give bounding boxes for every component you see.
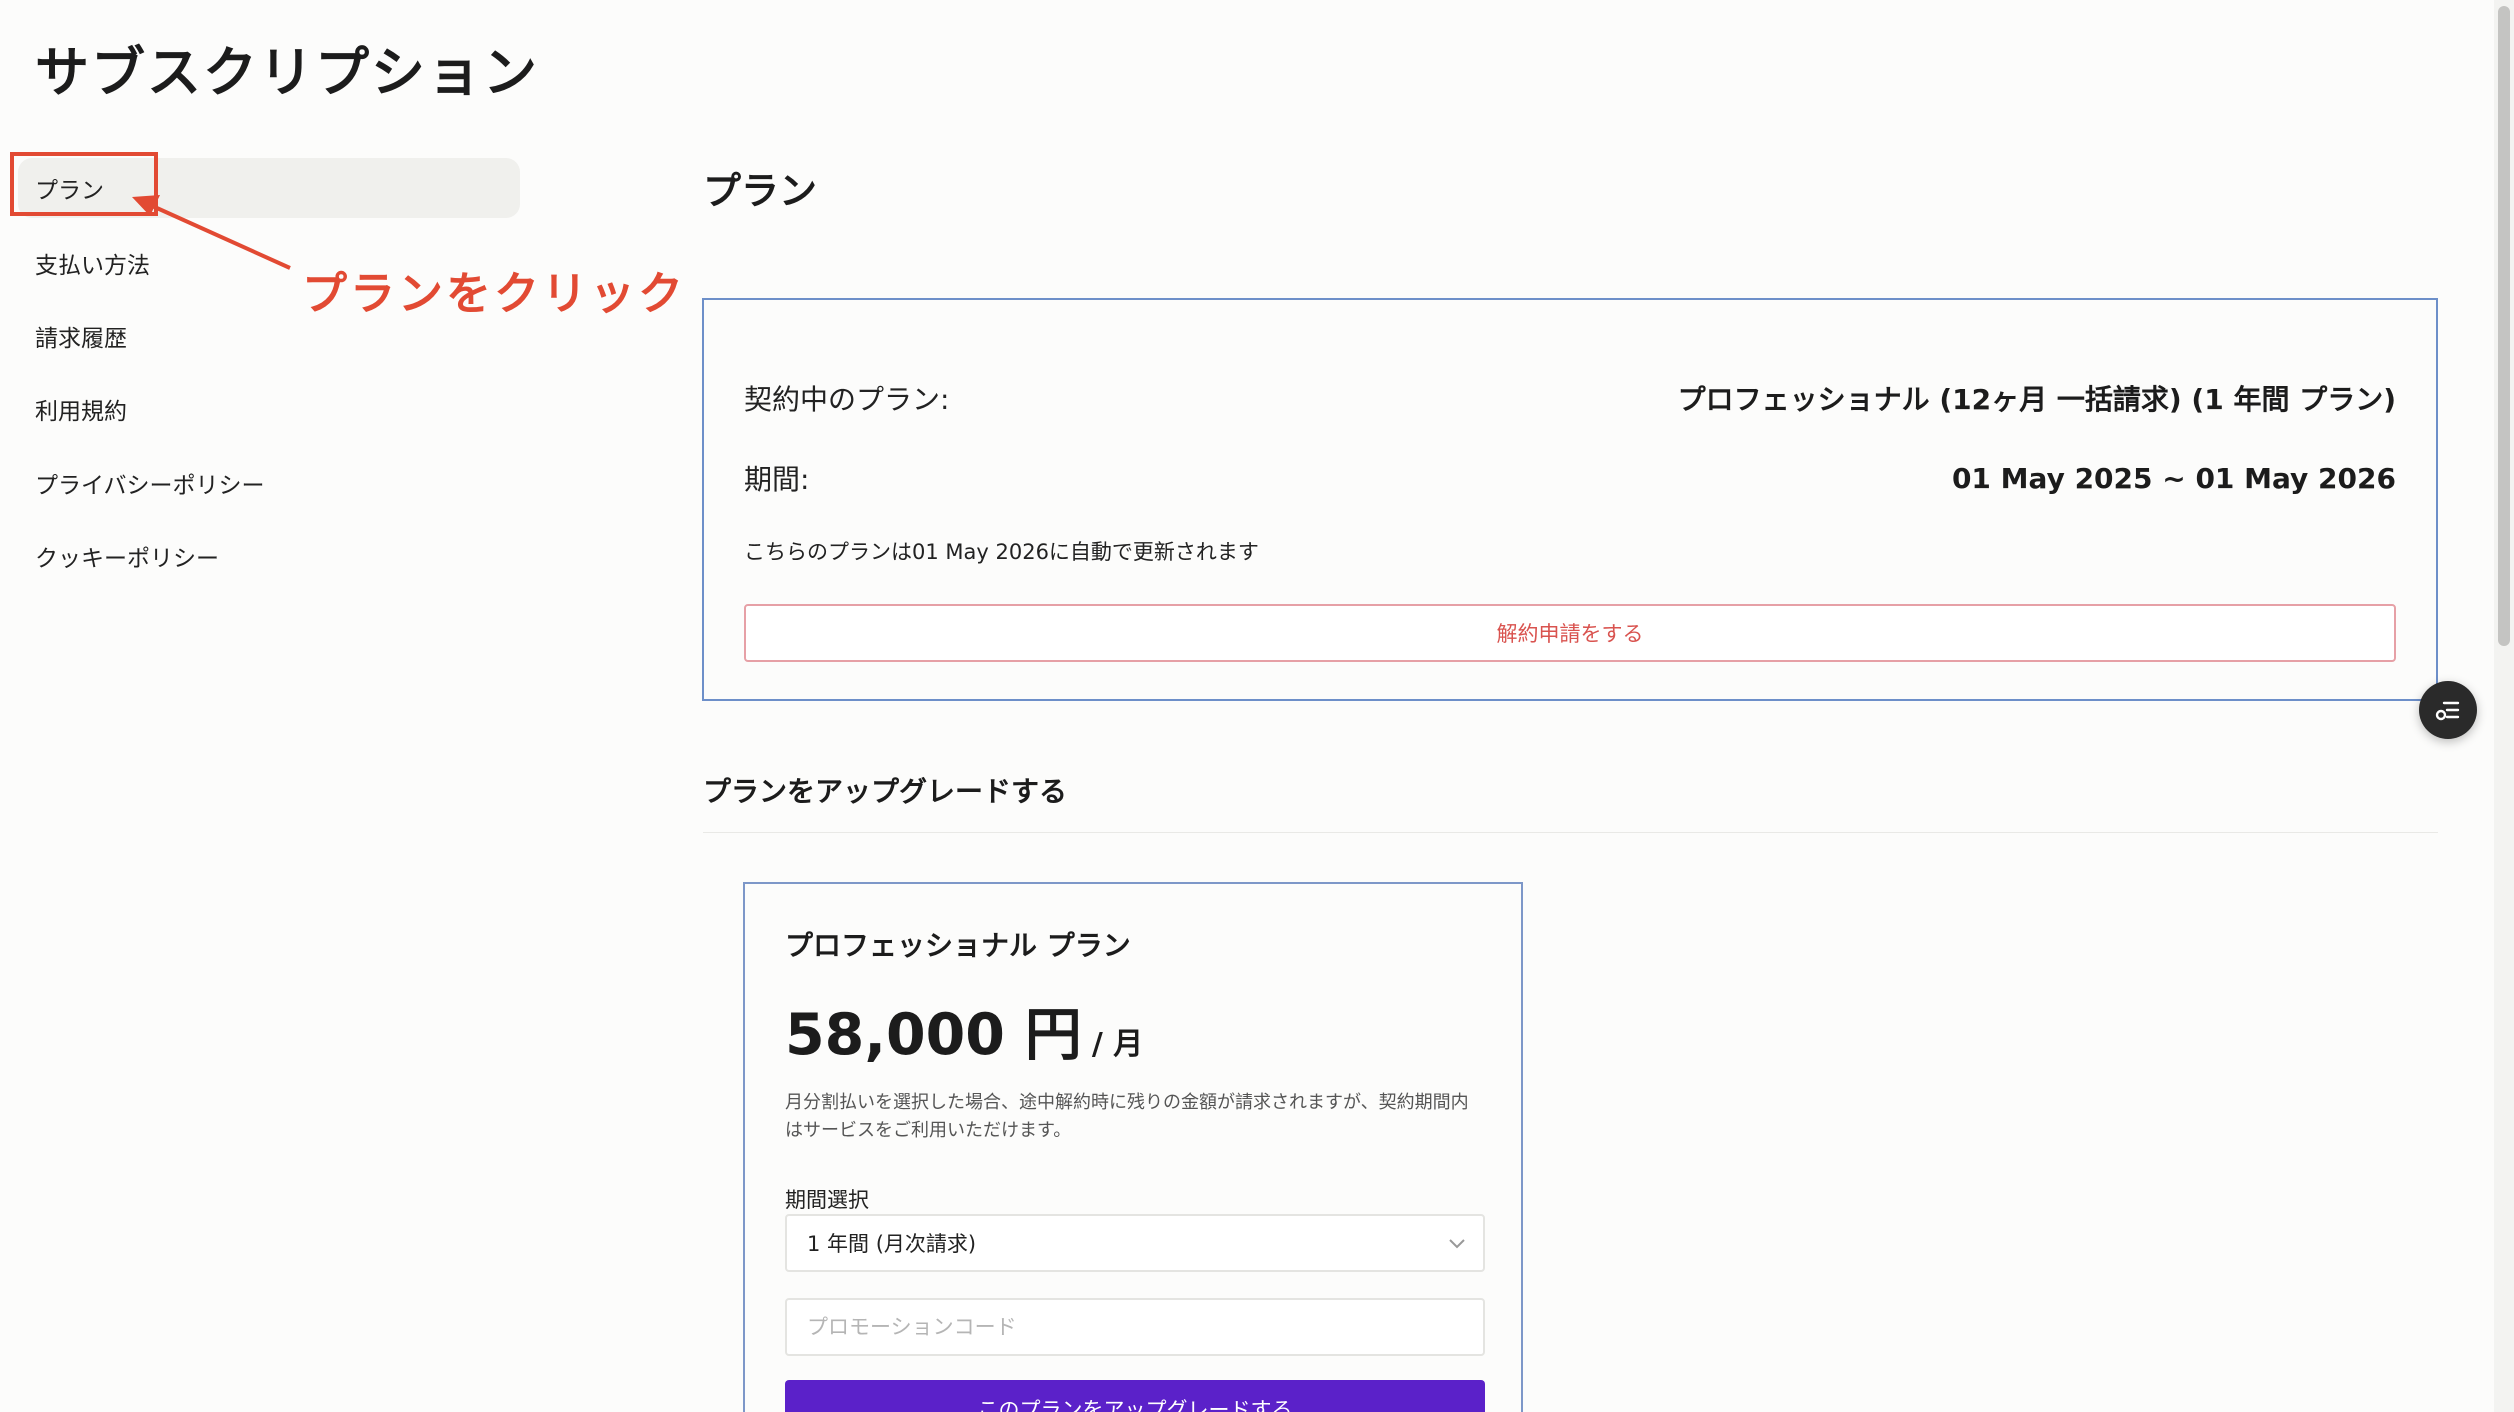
period-value: 01 May 2025 ~ 01 May 2026: [1951, 461, 2396, 495]
price-amount: 58,000 円: [785, 1002, 1082, 1068]
period-label: 期間:: [744, 463, 810, 496]
promo-code-input[interactable]: [785, 1298, 1485, 1356]
section-divider: [703, 832, 2438, 833]
sidebar-item-privacy-policy[interactable]: プライバシーポリシー: [18, 453, 520, 513]
sidebar-item-label: 支払い方法: [35, 253, 150, 279]
current-plan-row: 契約中のプラン: プロフェッショナル (12ヶ月 一括請求) (1 年間 プラン…: [744, 378, 2396, 418]
upgrade-plan-button[interactable]: このプランをアップグレードする: [785, 1380, 1485, 1412]
page-scrollbar[interactable]: [2494, 0, 2514, 1412]
current-plan-card: 契約中のプラン: プロフェッショナル (12ヶ月 一括請求) (1 年間 プラン…: [702, 298, 2438, 701]
upgrade-plan-card: プロフェッショナル プラン 58,000 円 / 月 月分割払いを選択した場合、…: [743, 882, 1523, 1412]
sidebar-item-label: クッキーポリシー: [35, 546, 219, 572]
sidebar-item-label: プライバシーポリシー: [35, 473, 265, 499]
plan-note: 月分割払いを選択した場合、途中解約時に残りの金額が請求されますが、契約期間内はサ…: [785, 1092, 1469, 1141]
price-unit: / 月: [1091, 1027, 1144, 1062]
period-row: 期間: 01 May 2025 ~ 01 May 2026: [744, 458, 2396, 498]
current-plan-label: 契約中のプラン:: [744, 383, 950, 416]
chevron-down-icon: [1449, 1239, 1465, 1249]
page-title: サブスクリプション: [35, 41, 539, 104]
current-plan-value: プロフェッショナル (12ヶ月 一括請求) (1 年間 プラン): [1677, 383, 2396, 416]
period-select-label: 期間選択: [785, 1188, 869, 1212]
cancel-request-button[interactable]: 解約申請をする: [744, 604, 2396, 662]
sidebar-item-cookie-policy[interactable]: クッキーポリシー: [18, 526, 520, 586]
sidebar-item-label: 利用規約: [35, 399, 127, 425]
period-select-value: 1 年間 (月次請求): [807, 1232, 977, 1256]
sidebar-item-label: 請求履歴: [35, 326, 127, 352]
floating-action-button[interactable]: [2419, 681, 2477, 739]
period-select[interactable]: 1 年間 (月次請求): [785, 1214, 1485, 1272]
annotation-text: プランをクリック: [302, 267, 687, 320]
renewal-note: こちらのプランは01 May 2026に自動で更新されます: [744, 540, 1259, 564]
list-settings-icon: [2435, 701, 2460, 721]
plan-name: プロフェッショナル プラン: [785, 929, 1131, 962]
upgrade-section-title: プランをアップグレードする: [703, 775, 1068, 808]
annotation-highlight-box: [10, 152, 158, 216]
section-title: プラン: [703, 169, 818, 213]
price-line: 58,000 円 / 月: [785, 989, 1143, 1071]
scrollbar-thumb[interactable]: [2498, 6, 2510, 646]
sidebar-item-terms[interactable]: 利用規約: [18, 379, 520, 439]
